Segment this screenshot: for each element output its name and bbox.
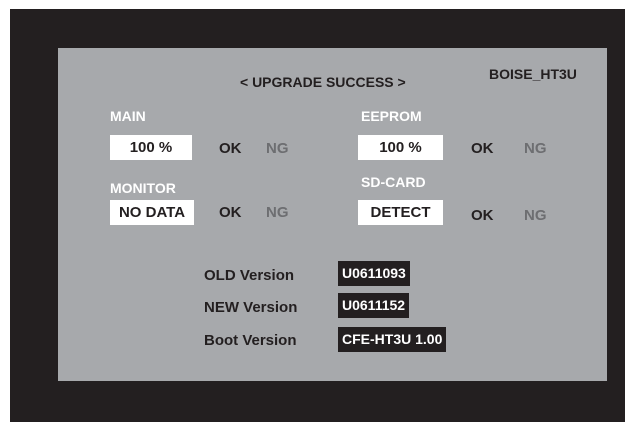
- monitor-label: MONITOR: [110, 180, 176, 196]
- boot-version-label: Boot Version: [204, 332, 297, 349]
- old-version-label: OLD Version: [204, 267, 295, 284]
- main-ng-indicator: NG: [266, 140, 289, 157]
- eeprom-label: EEPROM: [361, 108, 422, 124]
- monitor-status-value: NO DATA: [110, 200, 194, 225]
- monitor-ng-indicator: NG: [266, 204, 289, 221]
- sdcard-ng-indicator: NG: [524, 207, 547, 224]
- eeprom-ng-indicator: NG: [524, 140, 547, 157]
- new-version-value: U0611152: [338, 293, 410, 318]
- upgrade-status-title: < UPGRADE SUCCESS >: [240, 74, 406, 90]
- monitor-ok-indicator: OK: [219, 204, 242, 221]
- new-version-label: NEW Version: [204, 299, 298, 316]
- sdcard-ok-indicator: OK: [471, 207, 494, 224]
- eeprom-progress-value: 100 %: [358, 135, 443, 160]
- main-ok-indicator: OK: [219, 140, 242, 157]
- upgrade-status-panel: < UPGRADE SUCCESS > BOISE_HT3U MAIN 100 …: [58, 48, 607, 381]
- boot-version-value: CFE-HT3U 1.00: [338, 327, 447, 352]
- sdcard-status-value: DETECT: [358, 200, 443, 225]
- main-label: MAIN: [110, 108, 146, 124]
- main-progress-value: 100 %: [110, 135, 192, 160]
- model-name: BOISE_HT3U: [489, 66, 577, 82]
- eeprom-ok-indicator: OK: [471, 140, 494, 157]
- old-version-value: U0611093: [338, 261, 410, 286]
- sdcard-label: SD-CARD: [361, 174, 426, 190]
